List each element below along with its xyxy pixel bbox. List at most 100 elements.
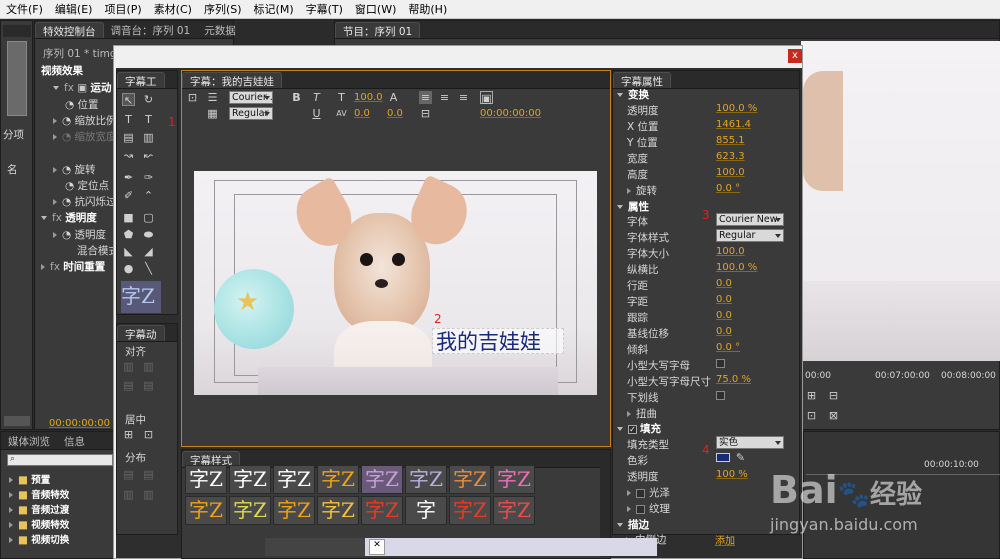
vertical-type-icon[interactable]: T [142, 113, 155, 126]
prop-value[interactable]: 0.0 ° [716, 342, 740, 353]
eyedropper-icon[interactable]: ✎ [734, 451, 747, 464]
expand-icon[interactable] [41, 264, 45, 270]
align-top-icon[interactable]: ▤ [122, 379, 135, 392]
style-swatch[interactable]: 字Z [493, 496, 535, 525]
distribute-icon-2[interactable]: ▤ [142, 468, 155, 481]
tab-title-tools[interactable]: 字幕工 [117, 72, 165, 88]
rounded-rect-icon[interactable]: ▢ [142, 211, 155, 224]
tab-stops-icon[interactable]: ⊟ [419, 107, 432, 120]
tab-media-browser[interactable]: 媒体浏览 [1, 433, 57, 449]
texture-checkbox[interactable] [636, 504, 645, 514]
style-swatch[interactable]: 字Z [185, 496, 227, 525]
line-tool-icon[interactable]: ╲ [142, 262, 155, 275]
style-swatch[interactable]: 字Z [229, 496, 271, 525]
tab-metadata[interactable]: 元数据 [197, 22, 243, 38]
expand-icon[interactable] [53, 118, 57, 124]
transport-icon-4[interactable]: ⊠ [827, 409, 840, 422]
fill-color-swatch[interactable] [716, 453, 730, 462]
fill-type-dropdown[interactable]: 实色 [716, 436, 784, 449]
fill-checkbox[interactable]: ✓ [628, 425, 637, 434]
align-left-icon[interactable]: ▥ [122, 360, 135, 373]
roll-crawl-icon[interactable]: ☰ [206, 91, 219, 104]
expand-icon[interactable] [53, 199, 57, 205]
premiere-taskbar-icon[interactable]: ✕ [369, 539, 385, 555]
menu-clip[interactable]: 素材(C) [148, 1, 198, 17]
smallcaps-checkbox[interactable] [716, 359, 725, 368]
stopwatch-icon[interactable]: ◔ [62, 164, 71, 176]
arc-tool-icon[interactable]: ◢ [142, 245, 155, 258]
underline-icon[interactable]: U [310, 107, 323, 120]
expand-icon[interactable] [9, 477, 13, 483]
area-type-icon[interactable]: ▤ [122, 131, 135, 144]
folder-video-effects[interactable]: ■ 视频特效 [9, 517, 69, 531]
folder-audio-transitions[interactable]: ■ 音频过渡 [9, 502, 69, 516]
search-input[interactable]: ⌕ [7, 454, 113, 466]
param-position[interactable]: ◔ 位置 [65, 97, 99, 112]
transport-icon-2[interactable]: ⊟ [827, 389, 840, 402]
distribute-icon-3[interactable]: ▥ [122, 488, 135, 501]
close-button[interactable]: x [788, 49, 802, 63]
prop-value[interactable]: 100.0 [716, 167, 745, 178]
distribute-icon[interactable]: ▤ [122, 468, 135, 481]
style-swatch[interactable]: 字Z [317, 496, 359, 525]
path-type-icon[interactable]: ↝ [122, 149, 135, 162]
prop-value[interactable]: 855.1 [716, 135, 745, 146]
style-swatch[interactable]: 字Z [361, 496, 403, 525]
prop-value[interactable]: 0.0 ° [716, 183, 740, 194]
rectangle-tool-icon[interactable]: ■ [122, 211, 135, 224]
font-family-dropdown[interactable]: Courier New [716, 213, 784, 226]
sheen-checkbox[interactable] [636, 488, 645, 498]
style-swatch[interactable]: 字Z [405, 465, 447, 494]
title-timecode[interactable]: 00:00:00:00 [480, 108, 541, 119]
prop-value[interactable]: 0.0 [716, 326, 732, 337]
underline-checkbox[interactable] [716, 391, 725, 400]
title-caption-text[interactable]: 我的吉娃娃 [432, 328, 564, 354]
delete-anchor-icon[interactable]: ✐ [122, 189, 135, 202]
effect-time-remap[interactable]: fx 时间重置 [41, 259, 105, 274]
style-swatch[interactable]: 字Z [449, 496, 491, 525]
expand-icon[interactable] [9, 537, 13, 543]
stopwatch-icon[interactable]: ◔ [62, 196, 71, 208]
add-stroke-link[interactable]: 添加 [715, 532, 735, 547]
expand-icon[interactable] [9, 522, 13, 528]
menu-file[interactable]: 文件(F) [0, 1, 49, 17]
vertical-area-type-icon[interactable]: ▥ [142, 131, 155, 144]
style-swatch[interactable]: 字Z [361, 465, 403, 494]
effect-opacity[interactable]: fx 透明度 [41, 210, 97, 225]
align-right-text-icon[interactable]: ≡ [457, 91, 470, 104]
menu-sequence[interactable]: 序列(S) [198, 1, 248, 17]
style-swatch[interactable]: 字Z [229, 465, 271, 494]
expand-icon[interactable] [53, 232, 57, 238]
vertical-path-type-icon[interactable]: ↜ [142, 149, 155, 162]
prop-value[interactable]: 100.0 [716, 246, 745, 257]
new-title-icon[interactable]: ⊡ [186, 91, 199, 104]
menu-title[interactable]: 字幕(T) [300, 1, 349, 17]
expand-icon[interactable] [9, 492, 13, 498]
align-left-text-icon[interactable]: ≡ [419, 91, 432, 104]
status-controls[interactable] [265, 538, 365, 556]
transport-icon-3[interactable]: ⊡ [805, 409, 818, 422]
show-video-icon[interactable]: ▣ [480, 91, 493, 105]
add-anchor-icon[interactable]: ✑ [142, 171, 155, 184]
style-swatch[interactable]: 字Z [273, 496, 315, 525]
tab-title-actions[interactable]: 字幕动 [117, 325, 165, 341]
prop-value[interactable]: 0.0 [716, 278, 732, 289]
param-anchor[interactable]: ◔ 定位点 [65, 178, 109, 193]
align-middle-icon[interactable]: ▤ [142, 379, 155, 392]
menu-marker[interactable]: 标记(M) [248, 1, 300, 17]
param-rotation[interactable]: ◔ 旋转 [53, 162, 96, 177]
style-swatch[interactable]: 字Z [449, 465, 491, 494]
wedge-tool-icon[interactable]: ◣ [122, 245, 135, 258]
section-properties[interactable]: 属性 [617, 199, 649, 214]
font-style-dropdown-2[interactable]: Regular [716, 229, 784, 242]
expand-icon[interactable] [627, 506, 631, 512]
italic-icon[interactable]: T [310, 91, 323, 104]
menu-window[interactable]: 窗口(W) [349, 1, 402, 17]
expand-icon[interactable] [627, 490, 631, 496]
param-scale[interactable]: ◔ 缩放比例 [53, 113, 117, 128]
stopwatch-icon[interactable]: ◔ [62, 229, 71, 241]
effect-timecode[interactable]: 00:00:00:00 [49, 418, 110, 429]
tab-effect-controls[interactable]: 特效控制台 [35, 22, 104, 38]
menu-edit[interactable]: 编辑(E) [49, 1, 99, 17]
section-fill[interactable]: ✓ 填充 [617, 421, 661, 436]
